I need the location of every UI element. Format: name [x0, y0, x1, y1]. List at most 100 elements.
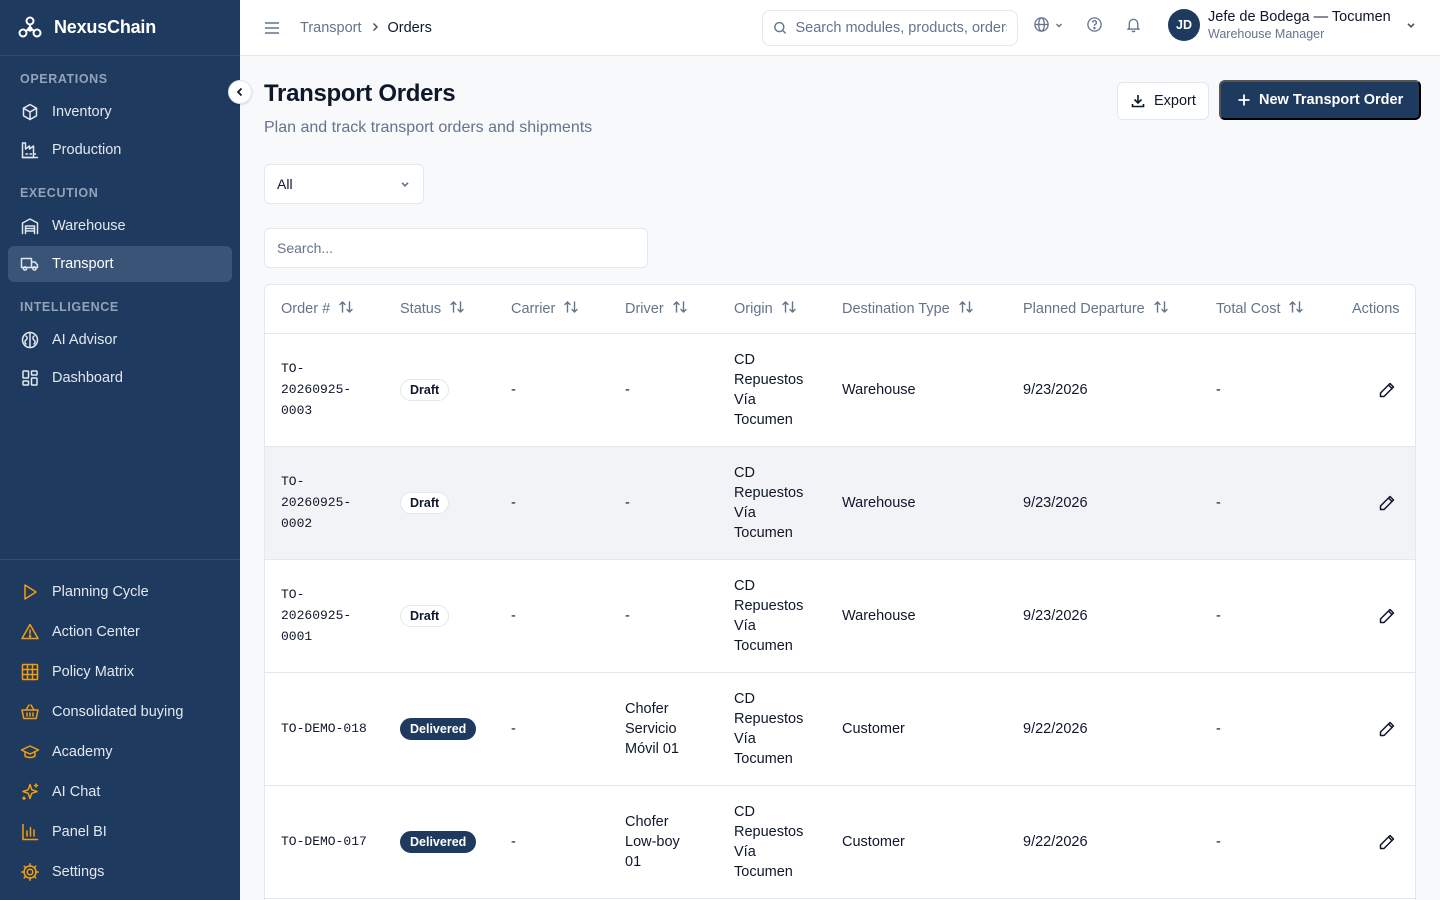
table-row[interactable]: TO- 20260925- 0003 Draft - - CD Repuestos Vía Toc…	[265, 333, 1415, 447]
order-number-cell[interactable]: TO- 20260925- 0002	[265, 446, 384, 560]
edit-pencil-icon[interactable]	[1378, 494, 1396, 518]
column-header-total-cost[interactable]: Total Cost	[1200, 285, 1336, 334]
table-row[interactable]: TO- 20260925- 0001 Draft - - CD Repuestos Vía Toc…	[265, 559, 1415, 673]
language-selector[interactable]	[1033, 16, 1064, 33]
sort-arrows-icon[interactable]	[338, 300, 354, 318]
status-cell: Draft	[384, 559, 495, 673]
sort-arrows-icon[interactable]	[1153, 300, 1169, 318]
sidebar-item-settings[interactable]: Settings	[8, 854, 232, 890]
sidebar-item-action-center[interactable]: Action Center	[8, 614, 232, 650]
column-header-label: Destination Type	[842, 300, 950, 317]
cell-line: TO-DEMO-017	[281, 834, 367, 849]
column-header-label: Carrier	[511, 300, 556, 317]
orders-table: Order # Status Carrier Driver Origin Destinat…	[264, 284, 1416, 900]
sidebar-item-consolidated-buying[interactable]: Consolidated buying	[8, 694, 232, 730]
sidebar-item-label: Planning Cycle	[52, 584, 149, 600]
sidebar-item-planning-cycle[interactable]: Planning Cycle	[8, 574, 232, 610]
menu-icon[interactable]	[262, 18, 282, 38]
orders-search-input[interactable]	[277, 240, 635, 256]
cell-line: Vía	[734, 617, 756, 634]
driver-cell: -	[609, 559, 718, 673]
sort-arrows-icon[interactable]	[672, 300, 688, 318]
chevron-down-icon	[401, 182, 409, 187]
sidebar-item-dashboard[interactable]: Dashboard	[8, 360, 232, 396]
notifications-button[interactable]	[1125, 16, 1142, 33]
breadcrumb-parent[interactable]: Transport	[300, 20, 362, 36]
sparkles-icon	[20, 782, 40, 802]
column-header-order[interactable]: Order #	[265, 285, 384, 334]
edit-pencil-icon[interactable]	[1378, 833, 1396, 857]
table-row[interactable]: TO- 20260925- 0002 Draft - - CD Repuestos Vía Toc…	[265, 446, 1415, 560]
export-button[interactable]: Export	[1117, 82, 1209, 120]
search-icon	[774, 21, 787, 34]
brand[interactable]: NexusChain	[0, 0, 240, 56]
sidebar-item-label: Consolidated buying	[52, 704, 184, 720]
column-header-carrier[interactable]: Carrier	[495, 285, 609, 334]
edit-pencil-icon[interactable]	[1378, 381, 1396, 405]
sidebar-item-policy-matrix[interactable]: Policy Matrix	[8, 654, 232, 690]
sort-arrows-icon[interactable]	[563, 300, 579, 318]
column-header-label: Origin	[734, 300, 773, 317]
global-search[interactable]	[762, 10, 1018, 46]
sidebar-item-production[interactable]: Production	[8, 132, 232, 168]
origin-cell: CD Repuestos Vía Tocumen	[718, 446, 826, 560]
global-search-input[interactable]	[795, 20, 1007, 36]
planned-departure-cell: 9/23/2026	[1007, 559, 1200, 673]
sidebar-item-transport[interactable]: Transport	[8, 246, 232, 282]
table-row[interactable]: TO-DEMO-018 Delivered - Chofer Servicio Móvil…	[265, 672, 1415, 786]
sidebar-item-ai-chat[interactable]: AI Chat	[8, 774, 232, 810]
cell-line: Tocumen	[734, 637, 793, 654]
order-number-cell[interactable]: TO- 20260925- 0003	[265, 333, 384, 447]
main-content: Transport Orders Plan and track transpor…	[240, 56, 1440, 900]
cell-line: CD	[734, 803, 755, 820]
sidebar-item-ai-advisor[interactable]: AI Advisor	[8, 322, 232, 358]
table-row[interactable]: TO-DEMO-017 Delivered - Chofer Low-boy 01 CD Re…	[265, 785, 1415, 899]
status-filter-select[interactable]: All	[264, 164, 424, 204]
sidebar-item-label: Production	[52, 142, 122, 158]
column-header-label: Total Cost	[1216, 300, 1281, 317]
sidebar-item-panel-bi[interactable]: Panel BI	[8, 814, 232, 850]
cell-line: Tocumen	[734, 411, 793, 428]
edit-pencil-icon[interactable]	[1378, 720, 1396, 744]
new-transport-order-button[interactable]: New Transport Order	[1219, 80, 1422, 120]
sort-arrows-icon[interactable]	[781, 300, 797, 318]
destination-type-cell: Warehouse	[826, 559, 1007, 673]
column-header-planned-departure[interactable]: Planned Departure	[1007, 285, 1200, 334]
grid-icon	[20, 662, 40, 682]
cell-line: TO-	[281, 587, 305, 602]
user-menu[interactable]: JD Jefe de Bodega — Tocumen Warehouse Ma…	[1168, 8, 1417, 42]
status-badge: Draft	[400, 491, 450, 514]
order-number-cell[interactable]: TO- 20260925- 0001	[265, 559, 384, 673]
sidebar-item-inventory[interactable]: Inventory	[8, 94, 232, 130]
sort-arrows-icon[interactable]	[958, 300, 974, 318]
sort-arrows-icon[interactable]	[1288, 300, 1304, 318]
order-number-cell[interactable]: TO-DEMO-018	[265, 672, 384, 786]
column-header-destination-type[interactable]: Destination Type	[826, 285, 1007, 334]
sidebar-item-label: Dashboard	[52, 370, 123, 386]
sidebar-divider	[0, 559, 240, 560]
factory-icon	[20, 140, 40, 160]
orders-search[interactable]	[264, 228, 648, 268]
user-role: Warehouse Manager	[1208, 27, 1325, 41]
cell-line: Vía	[734, 843, 756, 860]
help-button[interactable]	[1086, 16, 1103, 33]
column-header-status[interactable]: Status	[384, 285, 495, 334]
user-name: Jefe de Bodega — Tocumen	[1208, 9, 1391, 25]
truck-icon	[20, 254, 40, 274]
sidebar-item-warehouse[interactable]: Warehouse	[8, 208, 232, 244]
edit-pencil-icon[interactable]	[1378, 607, 1396, 631]
column-header-label: Actions	[1352, 300, 1400, 317]
column-header-origin[interactable]: Origin	[718, 285, 826, 334]
bell-icon	[1126, 18, 1141, 33]
globe-icon	[1034, 17, 1049, 32]
cell-line: TO-	[281, 361, 305, 376]
column-header-actions: Actions	[1336, 285, 1415, 334]
sidebar-item-academy[interactable]: Academy	[8, 734, 232, 770]
nav-section-execution: EXECUTION	[20, 186, 99, 200]
column-header-driver[interactable]: Driver	[609, 285, 718, 334]
order-number-cell[interactable]: TO-DEMO-017	[265, 785, 384, 899]
carrier-cell: -	[495, 785, 609, 899]
sort-arrows-icon[interactable]	[449, 300, 465, 318]
sidebar-collapse-button[interactable]	[228, 80, 252, 104]
warehouse-icon	[20, 216, 40, 236]
